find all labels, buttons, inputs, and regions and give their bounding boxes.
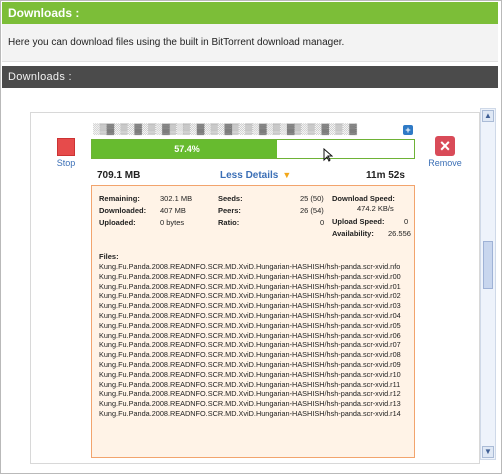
progress-label: 57.4% [174,144,200,154]
files-list: Kung.Fu.Panda.2008.READNFO.SCR.MD.XviD.H… [99,262,409,419]
remaining-value: 302.1 MB [160,194,193,203]
vertical-scrollbar[interactable]: ▲ ▼ [480,108,496,460]
downloads-intro: Here you can download files using the bu… [2,24,498,62]
ratio-value: 0 [320,218,325,227]
scroll-down-button[interactable]: ▼ [482,446,494,458]
stop-label: Stop [56,158,76,168]
file-item: Kung.Fu.Panda.2008.READNFO.SCR.MD.XviD.H… [99,310,401,320]
scroll-up-button[interactable]: ▲ [482,110,494,122]
info-icon[interactable]: + [403,125,413,135]
total-size: 709.1 MB [97,170,141,181]
stop-button[interactable]: Stop [51,138,81,172]
downloaded-label: Downloaded: [99,206,147,215]
file-item: Kung.Fu.Panda.2008.READNFO.SCR.MD.XviD.H… [99,281,401,291]
file-item: Kung.Fu.Panda.2008.READNFO.SCR.MD.XviD.H… [99,389,401,399]
downloaded-value: 407 MB [160,206,186,215]
availability-label: Availability: [332,229,374,238]
file-item: Kung.Fu.Panda.2008.READNFO.SCR.MD.XviD.H… [99,408,401,418]
download-panel: ░▒▓░▒░▓░▒░▓▒░▒░▓░▒░▓▒░▒░▓░▒░▓▒░▒░▓░▒░▓ +… [30,112,480,464]
peers-value: 26 (54) [300,206,324,215]
ratio-label: Ratio: [218,218,240,227]
scrollbar-thumb[interactable] [483,241,493,289]
file-item: Kung.Fu.Panda.2008.READNFO.SCR.MD.XviD.H… [99,340,401,350]
remove-label: Remove [428,158,462,168]
download-filename: ░▒▓░▒░▓░▒░▓▒░▒░▓░▒░▓▒░▒░▓░▒░▓▒░▒░▓░▒░▓ [93,124,357,135]
upload-speed-label: Upload Speed: [332,217,385,226]
uploaded-label: Uploaded: [99,218,136,227]
peers-label: Peers: [218,206,241,215]
file-item: Kung.Fu.Panda.2008.READNFO.SCR.MD.XviD.H… [99,301,401,311]
download-details: Remaining: 302.1 MB Downloaded: 407 MB U… [91,185,415,458]
remove-icon: × [435,136,455,156]
seeds-label: Seeds: [218,194,243,203]
file-item: Kung.Fu.Panda.2008.READNFO.SCR.MD.XviD.H… [99,291,401,301]
mouse-cursor-icon [323,148,333,162]
uploaded-value: 0 bytes [160,218,185,227]
file-item: Kung.Fu.Panda.2008.READNFO.SCR.MD.XviD.H… [99,271,401,281]
remaining-label: Remaining: [99,194,140,203]
file-item: Kung.Fu.Panda.2008.READNFO.SCR.MD.XviD.H… [99,379,401,389]
file-item: Kung.Fu.Panda.2008.READNFO.SCR.MD.XviD.H… [99,369,401,379]
eta: 11m 52s [366,170,405,181]
file-item: Kung.Fu.Panda.2008.READNFO.SCR.MD.XviD.H… [99,399,401,409]
file-item: Kung.Fu.Panda.2008.READNFO.SCR.MD.XviD.H… [99,330,401,340]
upload-speed-value: 0 [404,217,409,226]
files-label: Files: [99,252,119,261]
less-details-label: Less Details [220,170,279,181]
downloads-header: Downloads : [2,2,498,24]
file-item: Kung.Fu.Panda.2008.READNFO.SCR.MD.XviD.H… [99,350,401,360]
remove-button[interactable]: × Remove [426,136,464,172]
file-item: Kung.Fu.Panda.2008.READNFO.SCR.MD.XviD.H… [99,320,401,330]
file-item: Kung.Fu.Panda.2008.READNFO.SCR.MD.XviD.H… [99,359,401,369]
downloads-section-header: Downloads : [2,66,498,88]
stop-icon [57,138,75,156]
download-speed-value: 474.2 KB/s [357,204,394,213]
filename-row: ░▒▓░▒░▓░▒░▓▒░▒░▓░▒░▓▒░▒░▓░▒░▓▒░▒░▓░▒░▓ [93,123,393,137]
download-progress-bar: 57.4% [91,139,415,159]
file-item: Kung.Fu.Panda.2008.READNFO.SCR.MD.XviD.H… [99,262,401,271]
download-speed-label: Download Speed: [332,194,395,203]
chevron-down-icon: ▼ [282,170,292,180]
availability-value: 26.556 [388,229,411,238]
less-details-link[interactable]: Less Details ▼ [220,170,291,181]
seeds-value: 25 (50) [300,194,324,203]
